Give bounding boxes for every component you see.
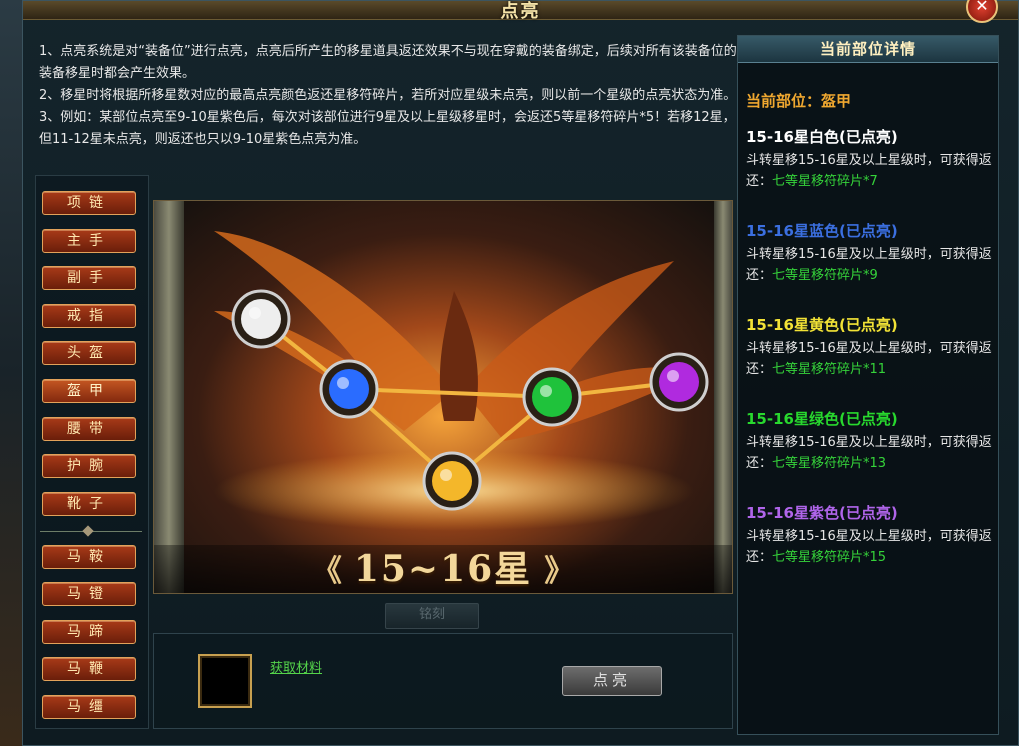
tier-desc: 斗转星移15-16星及以上星级时，可获得返还：七等星移符碎片*7 bbox=[746, 150, 998, 192]
light-up-window: 点亮 ✕ 1、点亮系统是对“装备位”进行点亮，点亮后所产生的移星道具返还效果不与… bbox=[22, 0, 1019, 746]
material-slot[interactable] bbox=[198, 654, 252, 708]
slot-button-reins[interactable]: 马缰 bbox=[42, 695, 136, 719]
slot-button-bracer[interactable]: 护腕 bbox=[42, 454, 136, 478]
tier-reward: 七等星移符碎片*9 bbox=[772, 268, 878, 283]
orb-white-icon bbox=[231, 289, 291, 349]
tier-desc: 斗转星移15-16星及以上星级时，可获得返还：七等星移符碎片*15 bbox=[746, 526, 998, 568]
tier-purple: 15-16星紫色(已点亮) 斗转星移15-16星及以上星级时，可获得返还：七等星… bbox=[746, 502, 998, 568]
slot-button-saddle[interactable]: 马鞍 bbox=[42, 545, 136, 569]
chevron-right-icon: 》 bbox=[544, 554, 575, 589]
slot-button-ring[interactable]: 戒指 bbox=[42, 304, 136, 328]
description: 1、点亮系统是对“装备位”进行点亮，点亮后所产生的移星道具返还效果不与现在穿戴的… bbox=[39, 41, 739, 151]
star-range-label: 15~16星 bbox=[353, 548, 533, 590]
tier-yellow: 15-16星黄色(已点亮) 斗转星移15-16星及以上星级时，可获得返还：七等星… bbox=[746, 314, 998, 380]
tier-reward: 七等星移符碎片*13 bbox=[772, 456, 887, 471]
description-line-1: 1、点亮系统是对“装备位”进行点亮，点亮后所产生的移星道具返还效果不与现在穿戴的… bbox=[39, 44, 737, 81]
light-up-button[interactable]: 点亮 bbox=[562, 666, 662, 696]
description-line-3: 3、例如：某部位点亮至9-10星紫色后，每次对该部位进行9星及以上星级移星时，会… bbox=[39, 110, 736, 147]
tier-title: 15-16星紫色(已点亮) bbox=[746, 504, 898, 522]
slot-button-belt[interactable]: 腰带 bbox=[42, 417, 136, 441]
chevron-left-icon: 《 bbox=[311, 554, 342, 589]
orb-yellow-icon bbox=[422, 451, 482, 511]
tier-blue: 15-16星蓝色(已点亮) 斗转星移15-16星及以上星级时，可获得返还：七等星… bbox=[746, 220, 998, 286]
tier-reward: 七等星移符碎片*15 bbox=[772, 550, 887, 565]
slot-button-mainhand[interactable]: 主手 bbox=[42, 229, 136, 253]
tier-title: 15-16星蓝色(已点亮) bbox=[746, 222, 898, 240]
slot-button-offhand[interactable]: 副手 bbox=[42, 266, 136, 290]
tier-desc: 斗转星移15-16星及以上星级时，可获得返还：七等星移符碎片*11 bbox=[746, 338, 998, 380]
tier-reward: 七等星移符碎片*7 bbox=[772, 174, 878, 189]
tier-reward: 七等星移符碎片*11 bbox=[772, 362, 887, 377]
phoenix-body bbox=[439, 291, 478, 421]
window-title: 点亮 bbox=[500, 1, 541, 22]
orb-purple-icon bbox=[649, 352, 709, 412]
title-bar: 点亮 ✕ bbox=[23, 0, 1018, 23]
slot-button-boots[interactable]: 靴子 bbox=[42, 492, 136, 516]
bottom-panel: 获取材料 点亮 bbox=[153, 633, 733, 729]
tier-green: 15-16星绿色(已点亮) 斗转星移15-16星及以上星级时，可获得返还：七等星… bbox=[746, 408, 998, 474]
slot-button-column: 项链 主手 副手 戒指 头盔 盔甲 腰带 护腕 靴子 马鞍 马镫 马蹄 马鞭 马… bbox=[35, 175, 149, 729]
detail-header: 当前部位详情 bbox=[738, 36, 998, 63]
tier-title: 15-16星黄色(已点亮) bbox=[746, 316, 898, 334]
orb-green-icon bbox=[522, 367, 582, 427]
detail-panel: 当前部位详情 当前部位：盔甲 15-16星白色(已点亮) 斗转星移15-16星及… bbox=[737, 35, 999, 735]
background-strip bbox=[0, 0, 22, 746]
phoenix-illustration bbox=[214, 231, 709, 531]
tier-desc: 斗转星移15-16星及以上星级时，可获得返还：七等星移符碎片*9 bbox=[746, 244, 998, 286]
description-line-2: 2、移星时将根据所移星数对应的最高点亮颜色返还星移符碎片，若所对应星级未点亮，则… bbox=[39, 88, 737, 103]
tier-title: 15-16星白色(已点亮) bbox=[746, 128, 898, 146]
slot-button-horseshoe[interactable]: 马蹄 bbox=[42, 620, 136, 644]
tier-white: 15-16星白色(已点亮) 斗转星移15-16星及以上星级时，可获得返还：七等星… bbox=[746, 126, 998, 192]
tier-title: 15-16星绿色(已点亮) bbox=[746, 410, 898, 428]
wing-right bbox=[464, 261, 704, 441]
slot-button-helmet[interactable]: 头盔 bbox=[42, 341, 136, 365]
slot-button-necklace[interactable]: 项链 bbox=[42, 191, 136, 215]
faded-tab: 铭刻 bbox=[385, 603, 479, 629]
tier-desc: 斗转星移15-16星及以上星级时，可获得返还：七等星移符碎片*13 bbox=[746, 432, 998, 474]
slot-button-stirrup[interactable]: 马镫 bbox=[42, 582, 136, 606]
column-divider bbox=[40, 525, 142, 537]
get-material-link[interactable]: 获取材料 bbox=[270, 657, 322, 676]
star-banner: 《 15~16星》 bbox=[154, 545, 732, 593]
star-picture-panel: 《 15~16星》 bbox=[153, 200, 733, 594]
current-part-label: 当前部位：盔甲 bbox=[746, 92, 852, 110]
orb-blue-icon bbox=[319, 359, 379, 419]
slot-button-whip[interactable]: 马鞭 bbox=[42, 657, 136, 681]
slot-button-armor[interactable]: 盔甲 bbox=[42, 379, 136, 403]
